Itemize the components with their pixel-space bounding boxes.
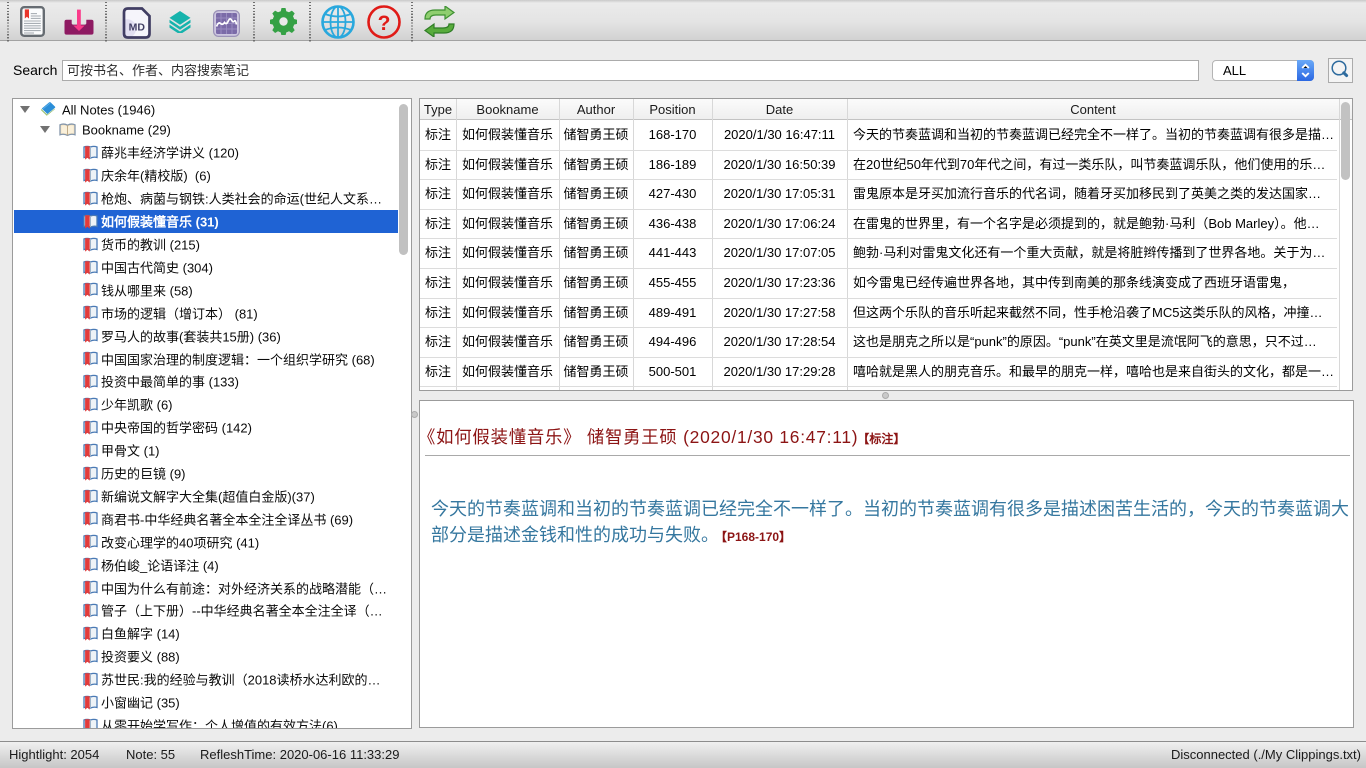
svg-text:MD: MD [129,22,146,34]
svg-text:?: ? [378,12,391,35]
